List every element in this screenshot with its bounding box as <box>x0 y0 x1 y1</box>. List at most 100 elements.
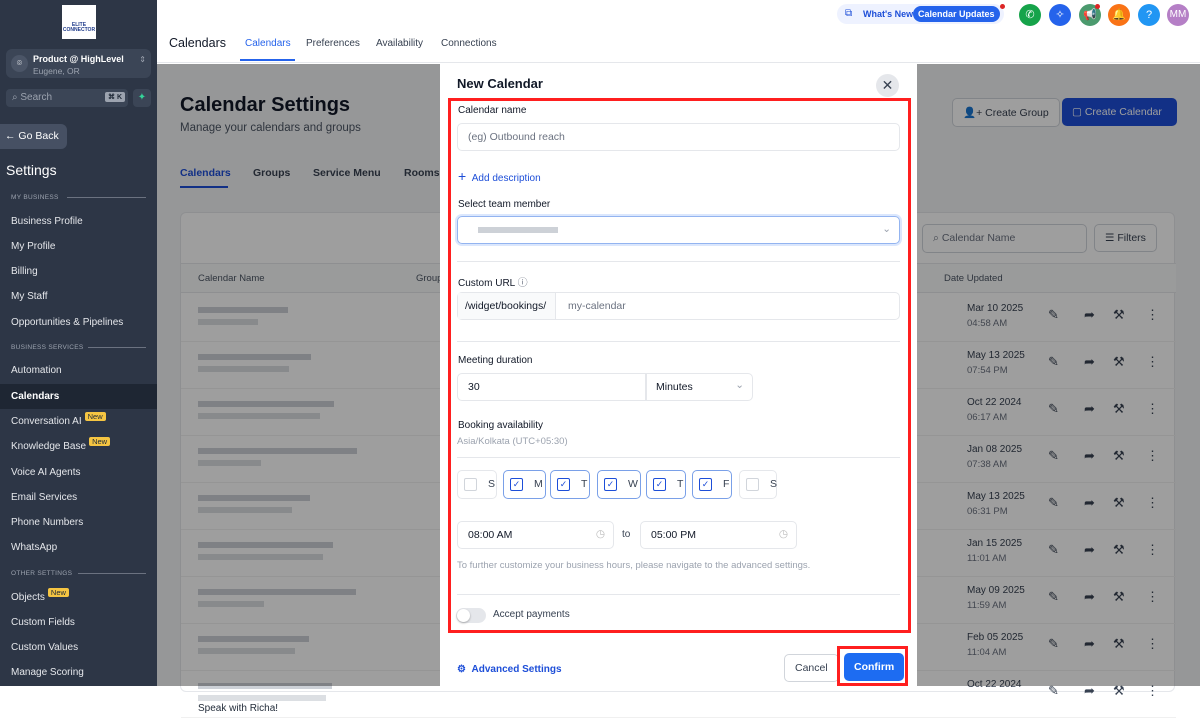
checkbox-checked-icon: ✓ <box>510 478 523 491</box>
top-bar: Calendars Calendars Preferences Availabi… <box>157 0 1200 63</box>
phone-icon[interactable]: ✆ <box>1019 4 1041 26</box>
day-label: T <box>677 478 684 490</box>
tab-availability[interactable]: Availability <box>376 38 423 49</box>
bell-icon[interactable]: 🔔 <box>1108 4 1130 26</box>
placeholder: my-calendar <box>568 300 626 312</box>
nav-label: Conversation AI <box>11 416 82 427</box>
whats-new-label: What's New <box>863 9 914 19</box>
tab-preferences[interactable]: Preferences <box>306 38 360 49</box>
add-description-label: Add description <box>471 173 541 184</box>
duration-unit-select[interactable]: Minutes ⌄ <box>645 373 753 401</box>
custom-url-input[interactable]: /widget/bookings/ my-calendar <box>457 292 900 320</box>
sidebar-item-opportunities[interactable]: Opportunities & Pipelines <box>0 310 157 335</box>
day-label: S <box>488 478 496 490</box>
sidebar-item-email-services[interactable]: Email Services <box>0 485 157 510</box>
whats-new-button[interactable]: ⧉ What's New Calendar Updates <box>837 4 1005 24</box>
start-time-input[interactable]: 08:00 AM ◷ <box>457 521 614 549</box>
accept-payments-toggle[interactable] <box>456 608 486 623</box>
megaphone-icon: ⧉ <box>845 8 853 19</box>
day-checkbox[interactable]: ✓ W <box>597 470 641 499</box>
new-calendar-modal: New Calendar ✕ Calendar name (eg) Outbou… <box>440 64 917 686</box>
account-switcher[interactable]: ⌾ Product @ HighLevel Eugene, OR ⇕ <box>6 49 151 78</box>
sidebar-item-manage-scoring[interactable]: Manage Scoring <box>0 660 157 685</box>
nav-label: Objects <box>11 592 45 603</box>
url-prefix: /widget/bookings/ <box>458 293 556 319</box>
sidebar-item-objects[interactable]: Objects New <box>0 585 157 610</box>
checkbox-checked-icon: ✓ <box>653 478 666 491</box>
end-time-input[interactable]: 05:00 PM ◷ <box>640 521 797 549</box>
sidebar-item-my-profile[interactable]: My Profile <box>0 234 157 259</box>
close-icon[interactable]: ✕ <box>876 74 899 97</box>
new-badge: New <box>89 437 111 446</box>
accept-payments-label: Accept payments <box>493 609 570 620</box>
nav-label: Knowledge Base <box>11 441 87 452</box>
sidebar-item-business-profile[interactable]: Business Profile <box>0 209 157 234</box>
avatar[interactable]: MM <box>1167 4 1189 26</box>
cancel-button[interactable]: Cancel <box>784 654 839 682</box>
divider <box>67 197 146 198</box>
day-label: F <box>723 478 730 490</box>
quick-action-icon[interactable]: ✦ <box>133 89 151 107</box>
help-icon[interactable]: ? <box>1138 4 1160 26</box>
redacted-name <box>198 695 326 701</box>
app-title: Calendars <box>169 36 226 50</box>
day-label: S <box>770 478 778 490</box>
clock-icon: ◷ <box>778 528 788 540</box>
location-icon: ⌾ <box>11 55 28 72</box>
to-label: to <box>622 529 631 540</box>
advanced-settings-link[interactable]: ⚙ Advanced Settings <box>457 664 562 675</box>
sidebar-item-my-staff[interactable]: My Staff <box>0 284 157 309</box>
day-label: W <box>628 478 638 490</box>
add-description-link[interactable]: + Add description <box>458 168 541 184</box>
info-icon: ⓘ <box>517 278 528 289</box>
shortcut-badge: ⌘ K <box>105 92 125 102</box>
sidebar-item-custom-values[interactable]: Custom Values <box>0 635 157 660</box>
day-checkbox[interactable]: ✓ T <box>646 470 686 499</box>
sidebar: ELITE CONNECTOR ⌾ Product @ HighLevel Eug… <box>0 0 157 686</box>
calendar-name-input[interactable]: (eg) Outbound reach <box>457 123 900 151</box>
calendar-updates-badge: Calendar Updates <box>913 6 1000 22</box>
divider <box>457 261 900 262</box>
section-label: MY BUSINESS <box>11 194 59 201</box>
sidebar-item-voice-ai[interactable]: Voice AI Agents <box>0 460 157 485</box>
account-location: Eugene, OR <box>33 66 80 76</box>
redacted-member <box>478 227 558 233</box>
checkbox-empty-icon <box>464 478 477 491</box>
day-checkbox[interactable]: ✓ T <box>550 470 590 499</box>
confirm-button[interactable]: Confirm <box>844 653 905 681</box>
go-back-label: Go Back <box>18 130 59 142</box>
go-back-button[interactable]: ← Go Back <box>0 124 67 149</box>
notification-dot <box>1000 4 1005 9</box>
divider <box>78 573 146 574</box>
day-checkbox[interactable]: ✓ M <box>503 470 546 499</box>
field-label: Custom URL <box>458 278 515 289</box>
sidebar-item-calendars[interactable]: Calendars <box>0 384 157 409</box>
field-label: Booking availability <box>458 420 544 431</box>
sidebar-item-automation[interactable]: Automation <box>0 358 157 383</box>
sidebar-title: Settings <box>6 162 57 178</box>
sidebar-item-whatsapp[interactable]: WhatsApp <box>0 535 157 560</box>
sidebar-item-custom-fields[interactable]: Custom Fields <box>0 610 157 635</box>
checkbox-empty-icon <box>746 478 759 491</box>
sidebar-item-conversation-ai[interactable]: Conversation AI New <box>0 409 157 434</box>
sidebar-search[interactable]: ⌕ Search ⌘ K <box>6 89 128 107</box>
unit-value: Minutes <box>656 381 693 393</box>
day-checkbox[interactable]: S <box>457 470 497 499</box>
company-logo: ELITE CONNECTOR <box>62 5 96 39</box>
calendar-name: Speak with Richa! <box>198 703 279 714</box>
day-checkbox[interactable]: S <box>739 470 777 499</box>
time-value: 05:00 PM <box>651 529 696 541</box>
sidebar-item-knowledge-base[interactable]: Knowledge Base New <box>0 434 157 459</box>
duration-input[interactable]: 30 <box>457 373 647 401</box>
day-checkbox[interactable]: ✓ F <box>692 470 732 499</box>
tab-connections[interactable]: Connections <box>441 38 497 49</box>
sidebar-item-billing[interactable]: Billing <box>0 259 157 284</box>
sparkle-icon[interactable]: ✧ <box>1049 4 1071 26</box>
section-label: BUSINESS SERVICES <box>11 344 84 351</box>
advanced-settings-label: Advanced Settings <box>471 664 562 675</box>
team-member-select[interactable]: ⌄ <box>457 216 900 244</box>
sidebar-item-phone-numbers[interactable]: Phone Numbers <box>0 510 157 535</box>
placeholder: (eg) Outbound reach <box>468 131 565 143</box>
tab-calendars[interactable]: Calendars <box>245 38 291 49</box>
modal-title: New Calendar <box>457 76 543 91</box>
